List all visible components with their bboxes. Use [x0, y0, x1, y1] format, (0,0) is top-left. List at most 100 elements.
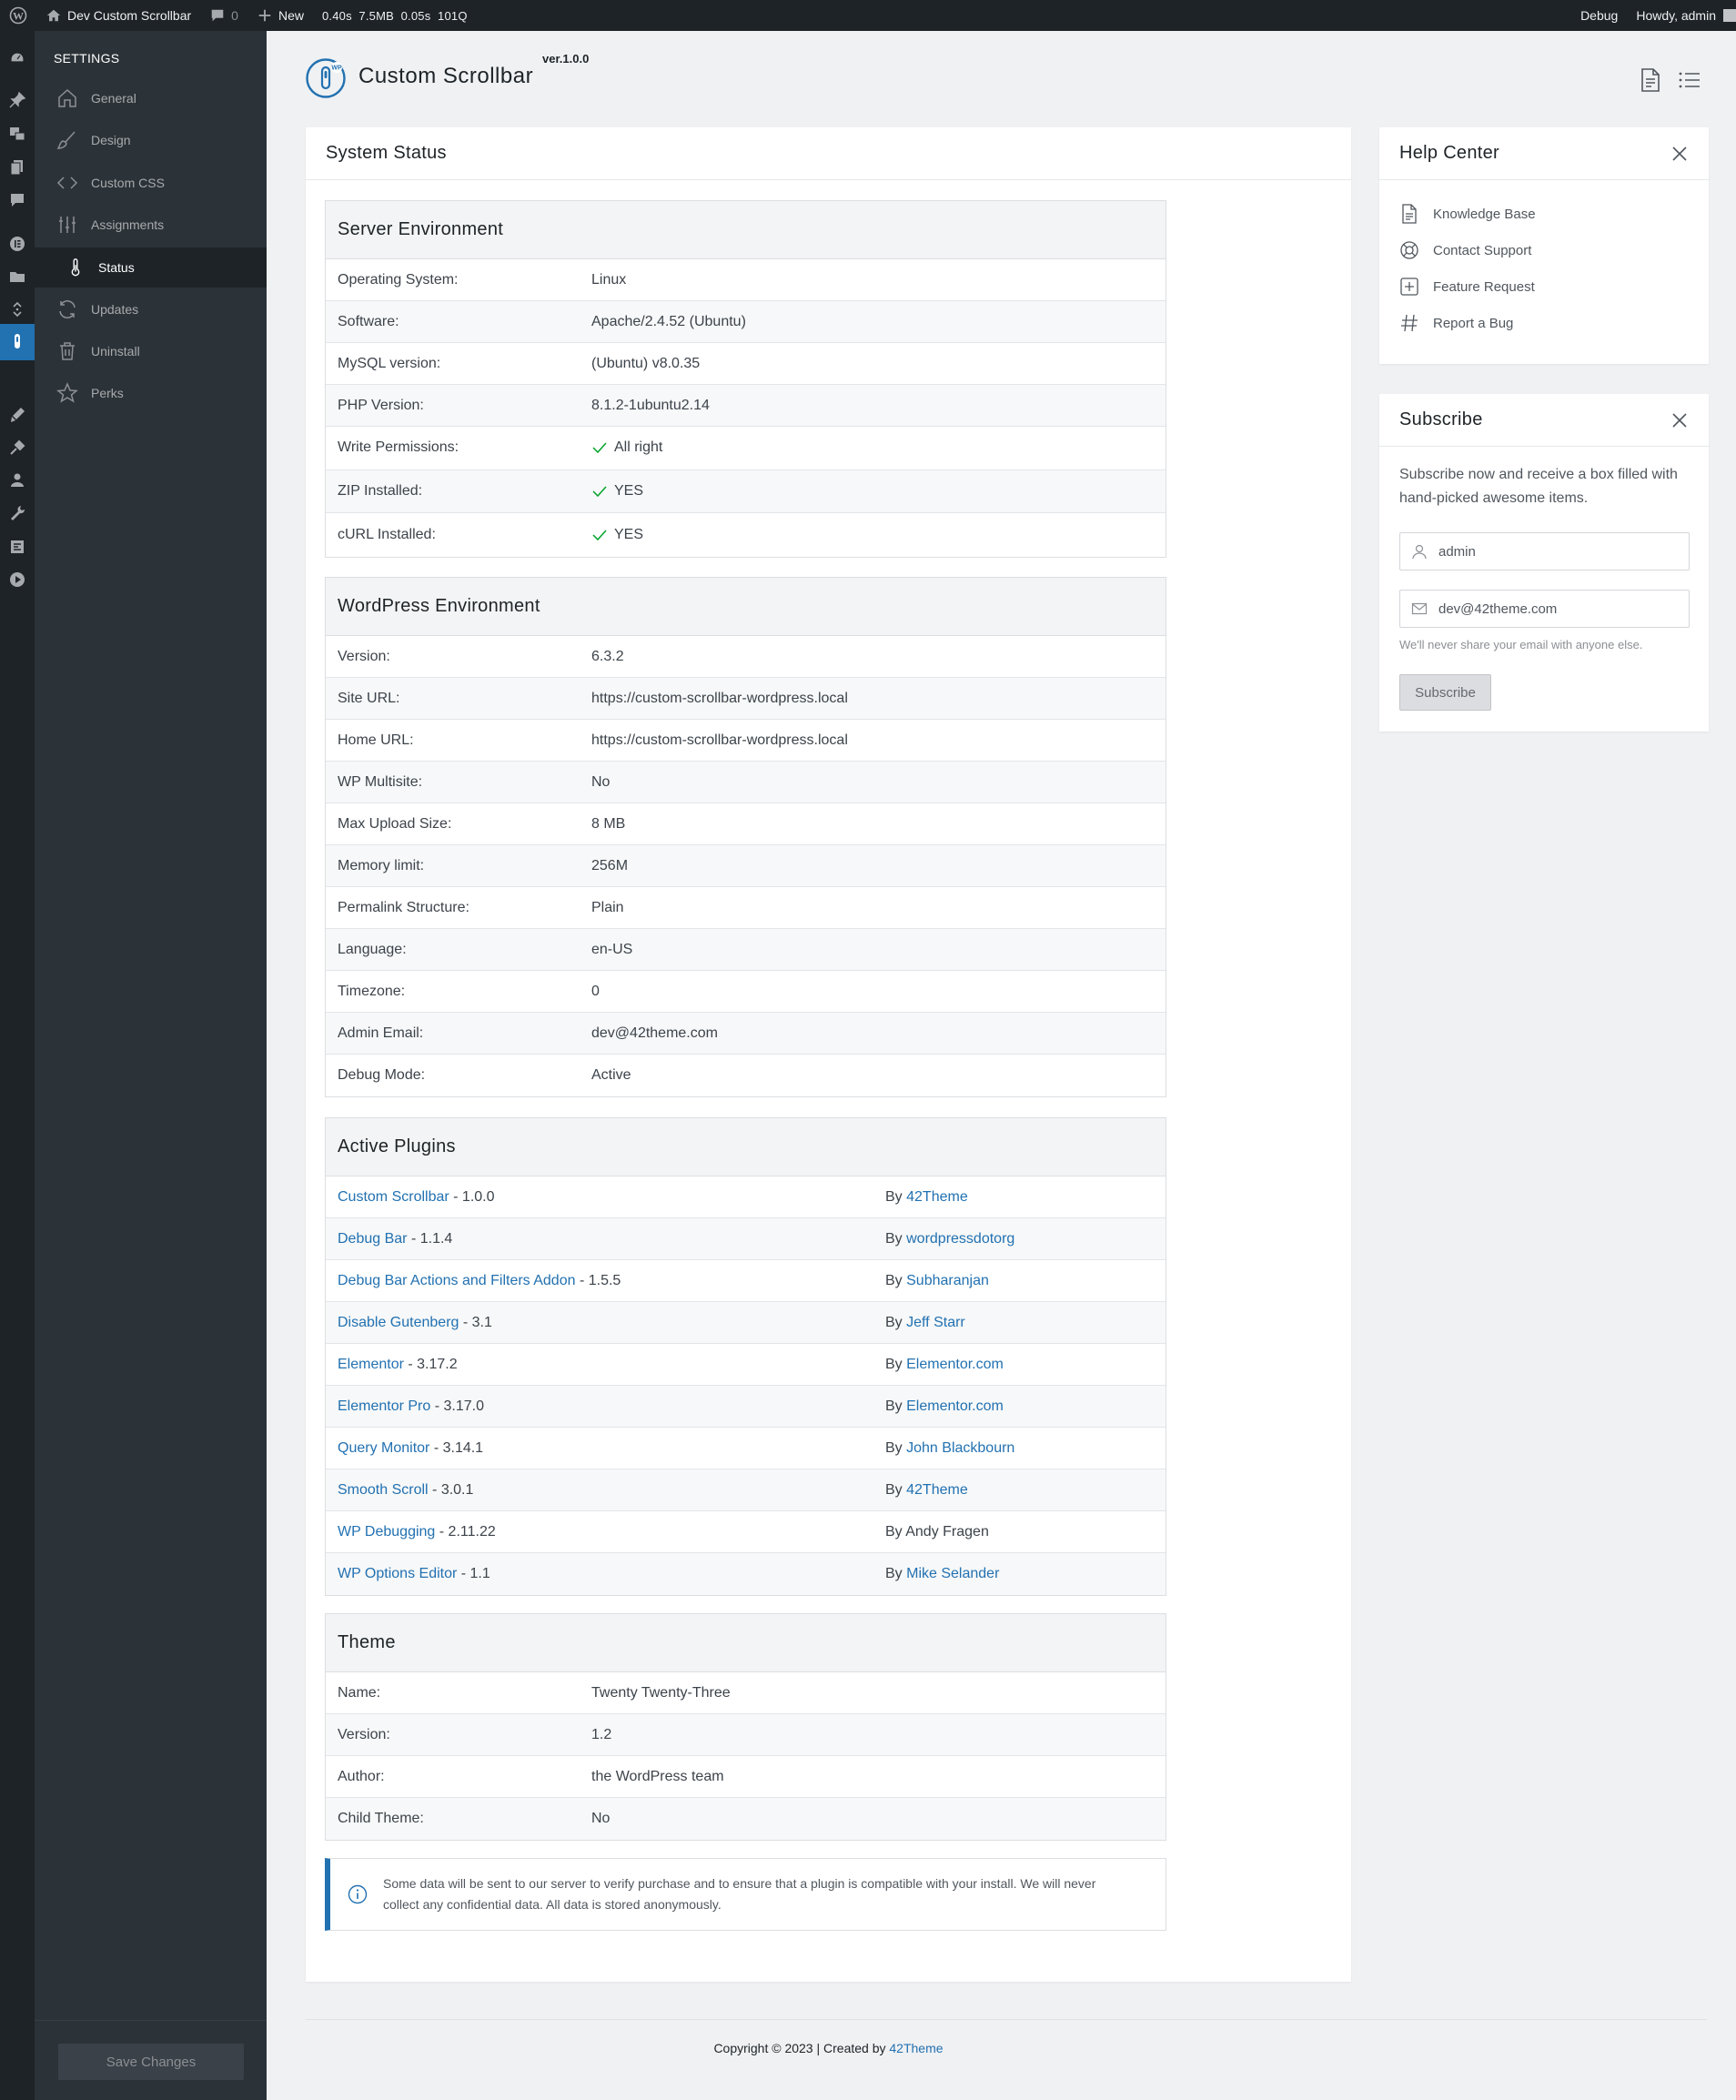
plugin-name-link[interactable]: Debug Bar Actions and Filters Addon — [338, 1273, 576, 1288]
plugin-row: Query Monitor - 3.14.1 By John Blackbourn — [326, 1428, 1166, 1469]
pin-icon[interactable] — [8, 91, 26, 109]
new-content-link[interactable]: New — [247, 0, 313, 31]
footer-author-link[interactable]: 42Theme — [889, 2041, 943, 2055]
row-value: Apache/2.4.52 (Ubuntu) — [591, 313, 746, 329]
debug-link[interactable]: Debug — [1571, 0, 1627, 31]
row-key: Write Permissions: — [338, 439, 459, 456]
users-icon[interactable] — [8, 471, 26, 490]
subscribe-button[interactable]: Subscribe — [1399, 674, 1491, 711]
sidebar-item-general[interactable]: General — [35, 78, 267, 118]
scroll-arrows-icon[interactable] — [8, 300, 26, 318]
sidebar-item-uninstall[interactable]: Uninstall — [35, 331, 267, 371]
admin-menu-rail — [0, 31, 35, 2100]
plugin-row: Debug Bar Actions and Filters Addon - 1.… — [326, 1260, 1166, 1302]
footer-divider — [306, 2019, 1707, 2020]
perf-time: 0.40s — [321, 8, 352, 23]
plugin-name-link[interactable]: Custom Scrollbar — [338, 1189, 449, 1205]
settings-icon[interactable] — [8, 538, 26, 556]
elementor-icon[interactable] — [8, 235, 26, 253]
tools-icon[interactable] — [8, 504, 26, 522]
plugin-author-link[interactable]: Jeff Starr — [906, 1315, 965, 1330]
media-icon[interactable] — [8, 125, 26, 143]
plugin-name-link[interactable]: Elementor Pro — [338, 1398, 430, 1414]
sidebar-item-custom-css[interactable]: Custom CSS — [35, 163, 267, 203]
documentation-icon[interactable] — [1640, 68, 1660, 92]
row-key: Software: — [338, 313, 399, 329]
appearance-icon[interactable] — [8, 406, 26, 424]
help-center-panel: Help Center Knowledge Base Contact Suppo… — [1379, 127, 1709, 364]
plugin-name-link[interactable]: Elementor — [338, 1357, 404, 1372]
check-icon — [592, 442, 607, 454]
row-value: 8 MB — [591, 815, 626, 832]
table-row: Admin Email: dev@42theme.com — [326, 1013, 1166, 1055]
report-bug-link[interactable]: Report a Bug — [1399, 313, 1513, 333]
wordpress-logo-icon[interactable]: W — [0, 0, 36, 31]
email-input[interactable] — [1438, 601, 1675, 617]
sidebar-item-updates[interactable]: Updates — [35, 289, 267, 329]
howdy-text: Howdy, admin — [1636, 8, 1716, 23]
sidebar-item-label: Uninstall — [91, 344, 140, 358]
account-menu[interactable]: Howdy, admin — [1627, 0, 1736, 31]
name-input[interactable] — [1438, 543, 1675, 560]
site-name-link[interactable]: Dev Custom Scrollbar — [36, 0, 200, 31]
plugin-row: Elementor - 3.17.2 By Elementor.com — [326, 1344, 1166, 1386]
code-icon — [56, 177, 78, 189]
plugin-name-link[interactable]: Disable Gutenberg — [338, 1315, 459, 1330]
plugin-author-link[interactable]: Elementor.com — [906, 1357, 1004, 1372]
hash-icon — [1401, 314, 1418, 332]
knowledge-base-link[interactable]: Knowledge Base — [1399, 204, 1536, 224]
plugin-author-link[interactable]: Subharanjan — [906, 1273, 989, 1288]
row-value: 256M — [591, 857, 629, 873]
plugin-author-link[interactable]: 42Theme — [906, 1482, 968, 1498]
sliders-icon — [59, 217, 76, 233]
plugin-name-link[interactable]: WP Debugging — [338, 1524, 435, 1540]
query-monitor-stats[interactable]: 0.40s 7.5MB 0.05s 101Q — [313, 0, 477, 31]
comments-link[interactable]: 0 — [200, 0, 247, 31]
plugin-row: Disable Gutenberg - 3.1 By Jeff Starr — [326, 1302, 1166, 1344]
close-icon[interactable] — [1670, 411, 1689, 429]
table-row: Permalink Structure: Plain — [326, 887, 1166, 929]
panel-title: System Status — [306, 127, 1351, 180]
plugin-name-link[interactable]: Smooth Scroll — [338, 1482, 429, 1498]
subscribe-panel: Subscribe Subscribe now and receive a bo… — [1379, 394, 1709, 732]
sidebar-item-assignments[interactable]: Assignments — [35, 205, 267, 245]
plugin-name-link[interactable]: Query Monitor — [338, 1440, 429, 1456]
custom-scrollbar-menu-icon[interactable] — [8, 332, 26, 350]
sidebar-item-status[interactable]: Status — [35, 247, 267, 288]
templates-folder-icon[interactable] — [8, 268, 26, 286]
contact-support-link[interactable]: Contact Support — [1399, 240, 1531, 260]
sidebar-item-label: Assignments — [91, 217, 165, 232]
plugin-author-link[interactable]: Mike Selander — [906, 1566, 999, 1581]
sidebar-item-label: Perks — [91, 386, 124, 400]
plugin-author-link[interactable]: John Blackbourn — [906, 1440, 1014, 1456]
settings-sidebar: SETTINGS General Design Custom CSS Assig… — [35, 31, 267, 2100]
plugin-version: - 1.1 — [457, 1566, 490, 1581]
email-field[interactable] — [1399, 590, 1690, 628]
feature-request-link[interactable]: Feature Request — [1399, 277, 1535, 297]
plugins-icon[interactable] — [8, 439, 26, 457]
play-circle-icon[interactable] — [8, 570, 26, 589]
name-field[interactable] — [1399, 532, 1690, 570]
row-key: Max Upload Size: — [338, 815, 452, 832]
email-help-text: We'll never share your email with anyone… — [1399, 638, 1643, 651]
help-item-label: Knowledge Base — [1433, 206, 1536, 222]
table-row: MySQL version: (Ubuntu) v8.0.35 — [326, 343, 1166, 385]
sidebar-item-design[interactable]: Design — [35, 120, 267, 160]
save-changes-button[interactable]: Save Changes — [58, 2044, 244, 2080]
sidebar-item-label: Updates — [91, 302, 139, 317]
plugin-name-link[interactable]: Debug Bar — [338, 1231, 408, 1247]
close-icon[interactable] — [1670, 145, 1689, 163]
plugin-name-link[interactable]: WP Options Editor — [338, 1566, 457, 1581]
active-plugins-table: Active Plugins Custom Scrollbar - 1.0.0 B… — [325, 1117, 1166, 1596]
plugin-row: Custom Scrollbar - 1.0.0 By 42Theme — [326, 1176, 1166, 1218]
thermometer-icon — [71, 258, 80, 277]
plugin-author-link[interactable]: 42Theme — [906, 1189, 968, 1205]
pages-icon[interactable] — [8, 158, 26, 177]
row-value: Linux — [591, 271, 627, 288]
sidebar-item-perks[interactable]: Perks — [35, 373, 267, 413]
plugin-author-link[interactable]: wordpressdotorg — [906, 1231, 1014, 1247]
dashboard-icon[interactable] — [8, 49, 26, 67]
comments-menu-icon[interactable] — [8, 191, 26, 209]
list-icon[interactable] — [1679, 71, 1701, 89]
plugin-author-link[interactable]: Elementor.com — [906, 1398, 1004, 1414]
